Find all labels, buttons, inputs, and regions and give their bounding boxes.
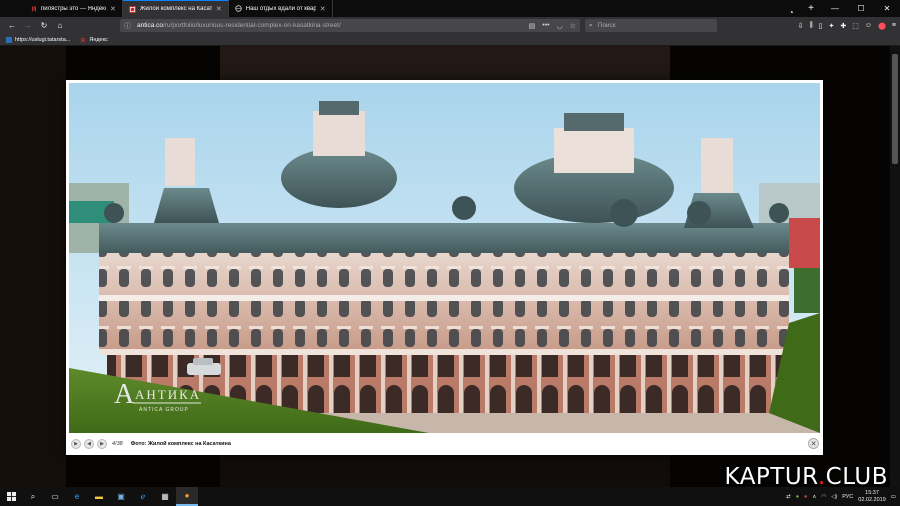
windows-start-icon[interactable] [0, 487, 22, 506]
tab-otdyh[interactable]: Наш отдых вдали от квартир ✕ [229, 0, 333, 17]
info-icon[interactable]: ⓘ [124, 21, 131, 31]
tab-label: Наш отдых вдали от квартир [245, 5, 316, 12]
bookmark-yandex[interactable]: Я Яндекс [80, 36, 108, 44]
lightbox-close-icon[interactable]: ✕ [808, 438, 819, 449]
tray-expand-icon[interactable]: ∧ [812, 494, 816, 500]
yandex-icon: Я [80, 37, 86, 44]
control-panel-icon[interactable]: ▣ [110, 487, 132, 506]
address-bar[interactable]: ⓘ antica.co/ru/portfolio/luxurious-resid… [120, 19, 580, 32]
firefox-icon[interactable]: ● [176, 487, 198, 506]
search-icon[interactable]: ⌕ [22, 487, 44, 506]
extension-puzzle-icon[interactable]: ✚ [840, 22, 846, 30]
sync-icon[interactable]: ☺ [865, 22, 872, 29]
globe-favicon-icon [235, 5, 242, 12]
tab-antica[interactable]: Жилой комплекс на Касаткос ✕ [122, 0, 229, 17]
forward-icon[interactable]: → [20, 21, 36, 30]
toolbar-right: ⇩ ⫼ ▯ ✦ ✚ ⬚ ☺ ⬤ ≡ [798, 17, 896, 34]
tab-close-icon[interactable]: ✕ [212, 5, 222, 13]
search-icon: ⌕ [589, 21, 593, 29]
home-icon[interactable]: ⌂ [52, 21, 68, 30]
building-illustration: А АНТИКА ANTICA GROUP [69, 83, 820, 433]
tab-label: пилястры это — Яндекс: наш [40, 5, 106, 12]
tab-strip: Я пилястры это — Яндекс: наш ✕ Жилой ком… [0, 0, 900, 17]
photo-counter: 4/38 [112, 441, 123, 447]
lightbox: А АНТИКА ANTICA GROUP ▶ ◀ ▶ 4/38 Фото: Ж… [66, 80, 823, 455]
task-view-icon[interactable]: ▭ [44, 487, 66, 506]
maximize-icon[interactable]: ☐ [848, 4, 874, 13]
clock-time: 15:37 [865, 489, 879, 496]
photo-logo-sub: ANTICA GROUP [139, 407, 189, 413]
minimize-icon[interactable]: — [822, 4, 848, 13]
library-icon[interactable]: ⫼ [809, 22, 812, 30]
yandex-favicon-icon: Я [30, 5, 37, 13]
volume-icon[interactable]: ◁) [831, 494, 837, 500]
network-share-icon[interactable]: ⇄ [786, 494, 791, 500]
photo-caption: Фото: Жилой комплекс на Касаткина [130, 441, 231, 447]
clock[interactable]: 15:37 02.02.2019 [858, 490, 886, 504]
bookmark-label: https://uslugi.tatarsta... [15, 36, 71, 43]
ie-icon[interactable]: ℯ [132, 487, 154, 506]
antica-favicon-icon [128, 5, 136, 13]
tab-close-icon[interactable]: ✕ [316, 5, 326, 13]
search-placeholder: Поиск [597, 22, 616, 29]
tray-antivirus-icon[interactable]: ● [804, 494, 807, 500]
svg-text:Я: Я [81, 38, 85, 43]
prev-icon[interactable]: ◀ [84, 439, 94, 449]
notifications-icon[interactable]: ▭ [891, 494, 896, 500]
search-field[interactable]: ⌕ Поиск [585, 19, 717, 32]
scroll-thumb[interactable] [892, 54, 898, 164]
tray-app-icon[interactable]: ● [796, 494, 799, 500]
reader-view-icon[interactable]: ▤ [529, 22, 536, 30]
svg-text:Я: Я [31, 6, 36, 12]
site-icon [6, 36, 12, 43]
tab-yandex[interactable]: Я пилястры это — Яндекс: наш ✕ [24, 0, 123, 17]
adblock-icon[interactable]: ⬤ [878, 22, 886, 30]
close-window-icon[interactable]: ✕ [874, 4, 900, 13]
window-controls: — ☐ ✕ [822, 0, 900, 17]
screenshot-icon[interactable]: ⬚ [852, 22, 859, 30]
photo-logo-text: АНТИКА [135, 387, 201, 402]
menu-icon[interactable]: ≡ [892, 22, 896, 29]
building-photo: А АНТИКА ANTICA GROUP [69, 83, 820, 433]
wifi-icon[interactable]: ◠ [821, 494, 826, 500]
system-tray: ⇄ ● ● ∧ ◠ ◁) РУС 15:37 02.02.2019 ▭ [786, 487, 900, 506]
edge-icon[interactable]: e [66, 487, 88, 506]
sidebar-icon[interactable]: ▯ [819, 22, 823, 30]
bookmark-star-icon[interactable]: ☆ [570, 22, 576, 30]
back-icon[interactable]: ← [4, 21, 20, 30]
page-scrollbar[interactable] [890, 46, 900, 487]
calculator-icon[interactable]: ▦ [154, 487, 176, 506]
windows-taskbar: ⌕ ▭ e ▬ ▣ ℯ ▦ ● ⇄ ● ● ∧ ◠ ◁) РУС 15:37 0… [0, 487, 900, 506]
url-path: /ru/portfolio/luxurious-residential-comp… [163, 22, 341, 29]
reload-icon[interactable]: ↻ [36, 21, 52, 30]
bookmark-uslugi[interactable]: https://uslugi.tatarsta... [6, 36, 71, 43]
tab-close-icon[interactable]: ✕ [106, 5, 116, 13]
play-icon[interactable]: ▶ [71, 439, 81, 449]
clock-date: 02.02.2019 [858, 496, 886, 503]
language-indicator[interactable]: РУС [842, 494, 853, 500]
file-explorer-icon[interactable]: ▬ [88, 487, 110, 506]
bookmark-label: Яндекс [89, 36, 108, 43]
nav-bar: ← → ↻ ⌂ ⓘ antica.co/ru/portfolio/luxurio… [0, 17, 900, 34]
url-host: antica.co [137, 22, 164, 29]
downloads-icon[interactable]: ⇩ [798, 22, 804, 30]
bookmarks-bar: https://uslugi.tatarsta... Я Яндекс [0, 34, 900, 46]
background-left [0, 46, 66, 487]
lightbox-controls: ▶ ◀ ▶ 4/38 Фото: Жилой комплекс на Касат… [66, 433, 823, 455]
tab-label: Жилой комплекс на Касаткос [139, 6, 212, 12]
svg-text:А: А [114, 379, 135, 410]
next-icon[interactable]: ▶ [97, 439, 107, 449]
pocket-icon[interactable]: ◡ [557, 22, 563, 30]
page-actions-icon[interactable]: ••• [542, 22, 549, 30]
extension-icon[interactable]: ✦ [829, 22, 835, 30]
new-tab-icon[interactable]: + [800, 0, 822, 17]
history-icon[interactable]: ◔ [782, 8, 800, 17]
